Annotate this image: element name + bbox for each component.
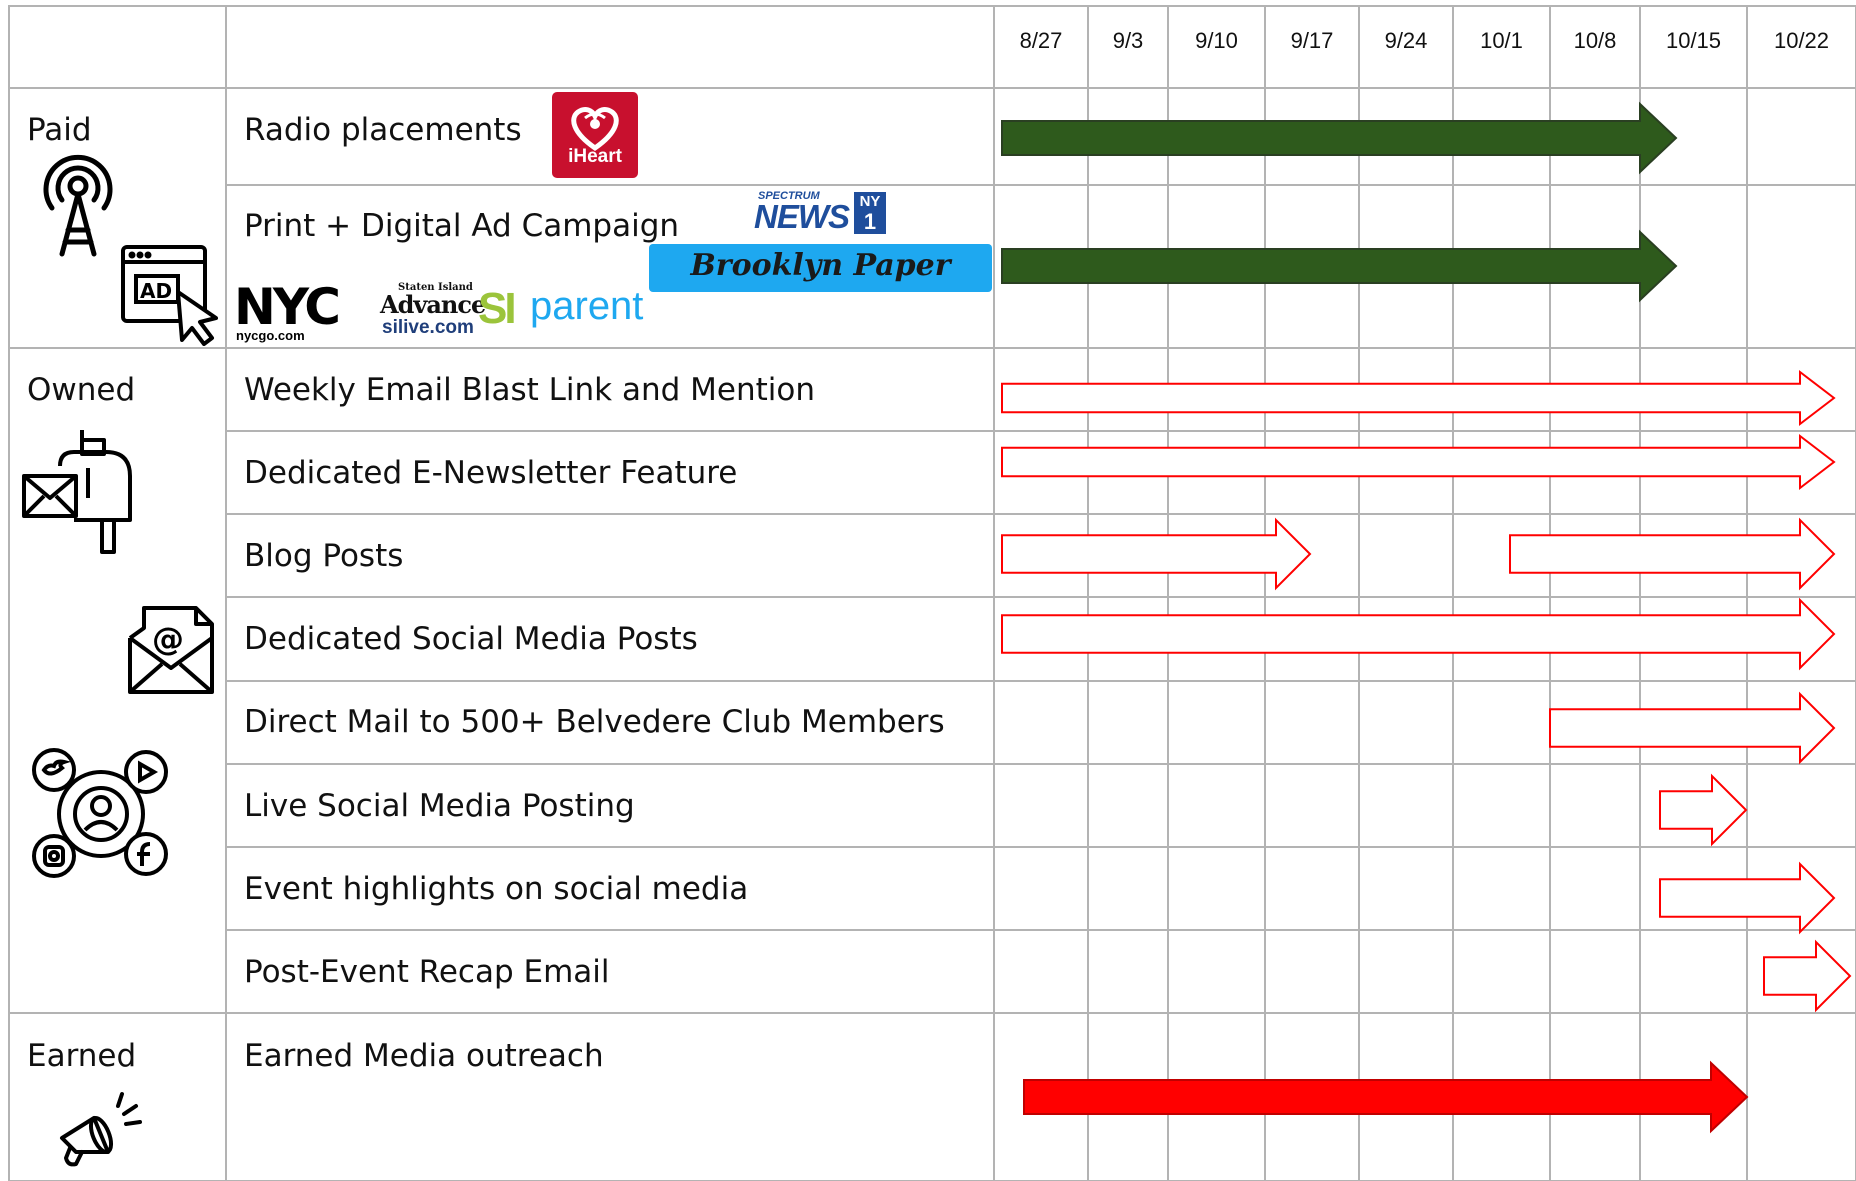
row-label-live-social: Live Social Media Posting (244, 788, 635, 824)
brooklyn-paper-logo: Brooklyn Paper (649, 244, 992, 292)
table-border (8, 5, 1856, 1181)
row-label-dedicated-social: Dedicated Social Media Posts (244, 621, 698, 657)
timeline-grid (8, 5, 1856, 1181)
brooklyn-paper-wordmark: Brooklyn Paper (690, 248, 951, 283)
spectrum-ny-text: NY (859, 193, 881, 210)
week-label-7: 10/15 (1665, 28, 1722, 53)
gantt-bar-row-4-0 (1001, 517, 1312, 591)
row-label-radio-placements: Radio placements (244, 112, 522, 148)
svg-text:AD: AD (140, 279, 172, 303)
week-label-6: 10/8 (1573, 28, 1617, 53)
spectrum-news-text: NEWS (754, 198, 850, 235)
si-parent-logo: SI parent (478, 284, 653, 340)
row-label-weekly-email-blast: Weekly Email Blast Link and Mention (244, 372, 816, 408)
gantt-bar-row-6-0 (1549, 691, 1836, 765)
spectrum-news-logo: SPECTRUM NEWS NY 1 (752, 190, 888, 238)
week-label-4: 9/24 (1384, 28, 1428, 53)
si-text: SI (478, 284, 517, 333)
row-label-earned-media: Earned Media outreach (244, 1038, 604, 1074)
week-label-5: 10/1 (1480, 28, 1523, 53)
silive-advance-logo: Staten Island Advance silive.com (378, 282, 486, 340)
iheart-wordmark: iHeart (568, 146, 622, 167)
gantt-bar-row-5-0 (1001, 597, 1836, 671)
radio-tower-icon (43, 154, 113, 257)
gantt-bar-row-3-0 (1001, 433, 1836, 491)
svg-text:@: @ (152, 620, 184, 658)
gantt-bar-row-7-0 (1659, 773, 1748, 847)
row-label-e-newsletter: Dedicated E-Newsletter Feature (244, 455, 738, 491)
row-label-direct-mail: Direct Mail to 500+ Belvedere Club Membe… (244, 704, 945, 740)
spectrum-1-text: 1 (863, 209, 877, 234)
row-label-recap-email: Post-Event Recap Email (244, 954, 610, 990)
parent-text: parent (530, 284, 644, 328)
email-at-icon: @ (128, 606, 214, 694)
group-label-earned: Earned (27, 1038, 137, 1074)
group-label-paid: Paid (27, 112, 92, 148)
week-label-2: 9/10 (1195, 28, 1238, 53)
row-label-event-highlights: Event highlights on social media (244, 871, 749, 907)
megaphone-icon (60, 1092, 142, 1167)
row-label-blog-posts: Blog Posts (244, 538, 404, 574)
week-label-3: 9/17 (1290, 28, 1334, 53)
row-label-print-digital-ad: Print + Digital Ad Campaign (244, 208, 680, 244)
gantt-bar-row-10-0 (1023, 1060, 1749, 1134)
gantt-bar-row-0-0 (1001, 101, 1678, 175)
week-label-8: 10/22 (1773, 28, 1830, 53)
ad-browser-icon: AD (121, 245, 218, 346)
week-label-1: 9/3 (1112, 28, 1144, 53)
gantt-bar-row-2-0 (1001, 369, 1836, 427)
advance-text: Advance (380, 290, 486, 319)
nycgo-text: nycgo.com (236, 328, 305, 343)
gantt-bar-row-1-0 (1001, 229, 1678, 303)
nycgo-logo: NYC nycgo.com (234, 278, 362, 343)
gantt-bar-row-4-1 (1509, 517, 1836, 591)
week-label-0: 8/27 (1019, 28, 1063, 53)
group-label-owned: Owned (27, 372, 136, 408)
gantt-bar-row-9-0 (1763, 939, 1852, 1013)
mailbox-icon (22, 430, 132, 554)
iheart-logo: iHeart (552, 92, 638, 178)
silive-text: silive.com (382, 317, 474, 338)
social-network-icon (32, 748, 168, 878)
spectrum-ny1-badge: NY 1 (854, 192, 886, 234)
